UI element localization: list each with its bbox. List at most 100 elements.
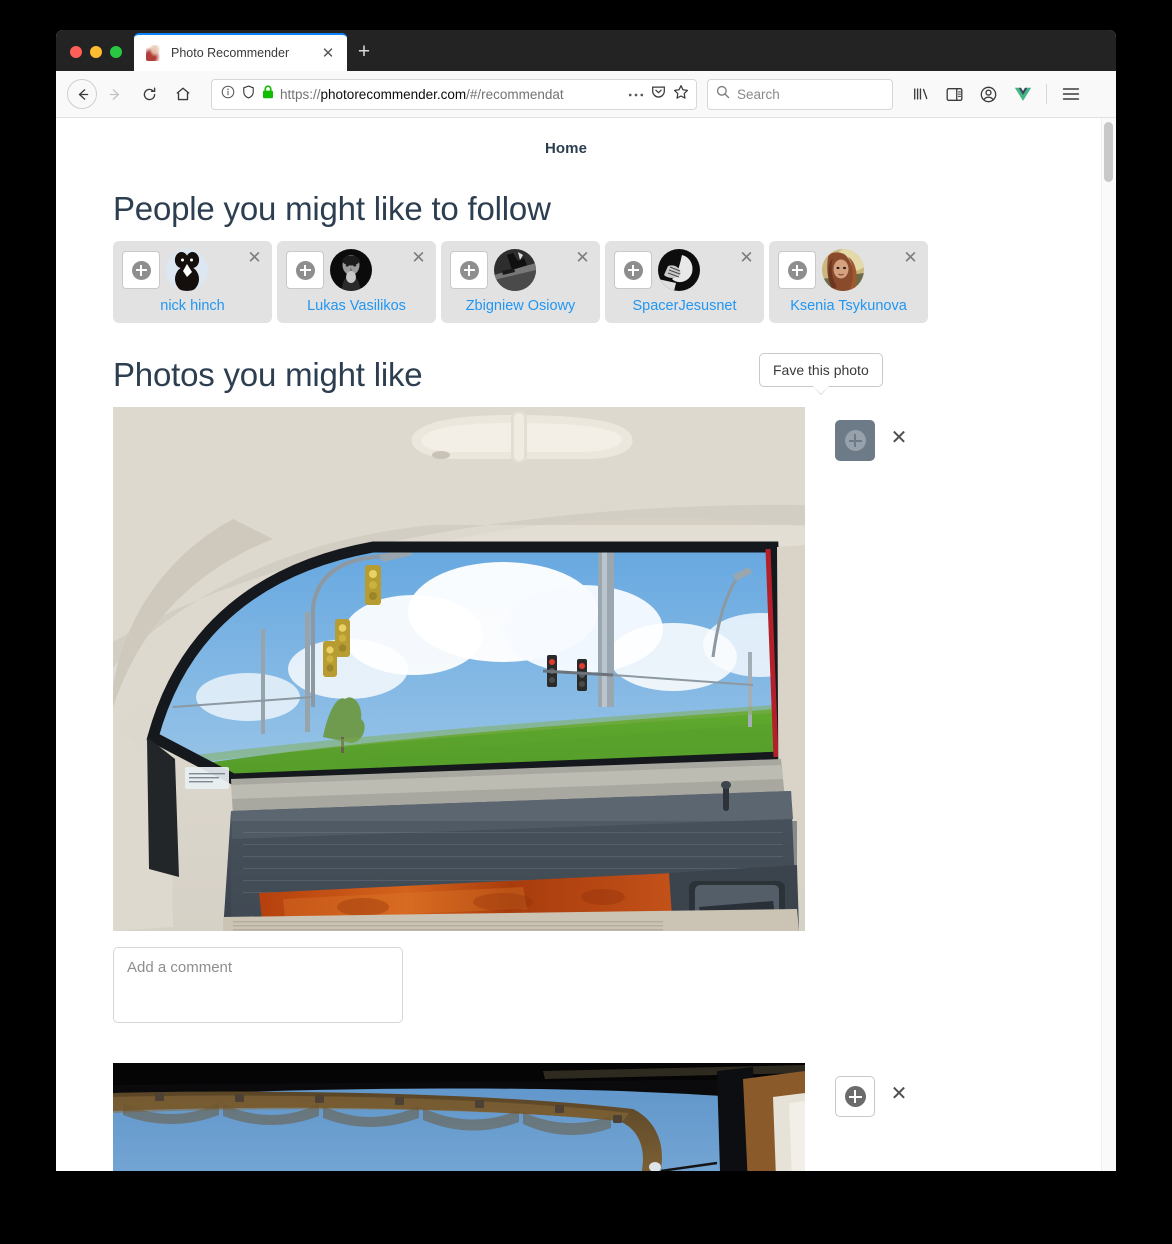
person-name-link[interactable]: Ksenia Tsykunova [778,298,919,314]
comment-input[interactable] [113,947,403,1023]
plus-icon [844,430,866,451]
toolbar-divider [1046,84,1047,104]
people-section-title: People you might like to follow [113,190,551,227]
home-icon[interactable] [167,78,199,110]
dismiss-photo-icon[interactable]: ✕ [889,1084,909,1105]
avatar [166,249,208,291]
woman-red-hair-portrait-icon [822,249,864,291]
tracking-protection-shield-icon[interactable] [242,84,255,104]
person-card[interactable]: ✕ nick hinch [113,241,272,323]
hamburger-menu-icon[interactable] [1055,79,1086,110]
person-card[interactable]: ✕ Ksenia Tsykunova [769,241,928,323]
maximize-window-button[interactable] [110,46,122,58]
nav-home-link[interactable]: Home [56,118,1076,157]
person-name-link[interactable]: nick hinch [122,298,263,314]
ellipsis-icon[interactable] [628,85,644,103]
page-viewport: Home People you might like to follow ✕ n… [56,118,1116,1171]
address-bar[interactable]: https://photorecommender.com/#/recommend… [211,78,697,110]
tab-strip: Photo Recommender ✕ + [56,30,1116,71]
fave-photo-button[interactable] [835,420,875,461]
photo-actions: Fave this photo ✕ [759,353,909,461]
vue-devtools-icon[interactable] [1007,79,1038,110]
photo-actions: ✕ [805,1063,909,1117]
photo-image[interactable] [113,1063,805,1171]
back-arrow-icon[interactable] [67,79,97,109]
person-name-link[interactable]: SpacerJesusnet [614,298,755,314]
bw-portrait-man-icon [330,249,372,291]
fave-photo-button[interactable] [835,1076,875,1117]
url-path: /#/recommendat [466,86,564,102]
avatar [330,249,372,291]
plus-icon [131,260,151,280]
window-controls [56,46,134,71]
dismiss-person-icon[interactable]: ✕ [738,249,755,267]
bw-skateboarder-icon [494,249,536,291]
bw-abstract-shoe-icon [658,249,700,291]
toolbar-right-icons [905,79,1086,110]
scrollbar-thumb[interactable] [1104,122,1113,182]
people-list: ✕ nick hinch ✕ Lukas Vasilikos ✕ Zbignie… [113,241,1100,323]
person-name-link[interactable]: Zbigniew Osiowy [450,298,591,314]
dismiss-photo-icon[interactable]: ✕ [889,428,909,449]
penguin-illustration-icon [166,249,208,291]
plus-icon [623,260,643,280]
page-info-icon[interactable] [221,85,235,104]
page-content: Home People you might like to follow ✕ n… [56,118,1100,1171]
person-card-top [286,249,427,291]
photo-item: ✕ [113,1063,1100,1171]
photo-spacer [113,1028,1100,1063]
person-card-top [778,249,919,291]
person-card[interactable]: ✕ Lukas Vasilikos [277,241,436,323]
search-input[interactable]: Search [737,87,780,102]
follow-button[interactable] [122,251,160,289]
page-scrollbar[interactable] [1101,118,1116,1171]
follow-button[interactable] [286,251,324,289]
person-card-top [450,249,591,291]
close-window-button[interactable] [70,46,82,58]
url-host: photorecommender.com [320,86,467,102]
reload-icon[interactable] [133,78,165,110]
pocket-icon[interactable] [651,84,666,104]
person-name-link[interactable]: Lukas Vasilikos [286,298,427,314]
avatar [822,249,864,291]
follow-button[interactable] [614,251,652,289]
star-icon[interactable] [673,84,689,105]
tab-title: Photo Recommender [171,46,290,60]
navigation-toolbar: https://photorecommender.com/#/recommend… [56,71,1116,118]
minimize-window-button[interactable] [90,46,102,58]
avatar [658,249,700,291]
library-icon[interactable] [905,79,936,110]
avatar [494,249,536,291]
photo-image[interactable] [113,407,805,931]
follow-button[interactable] [450,251,488,289]
plus-icon [787,260,807,280]
secure-lock-icon [262,84,274,104]
browser-tab[interactable]: Photo Recommender ✕ [134,33,347,71]
search-bar[interactable]: Search [707,78,893,110]
forward-arrow-icon[interactable] [99,78,131,110]
plus-icon [844,1086,866,1107]
search-icon [716,85,730,104]
plus-icon [295,260,315,280]
account-icon[interactable] [973,79,1004,110]
close-tab-icon[interactable]: ✕ [318,43,338,63]
dismiss-person-icon[interactable]: ✕ [574,249,591,267]
plus-icon [459,260,479,280]
person-card-top [122,249,263,291]
new-tab-button[interactable]: + [347,33,381,71]
dismiss-person-icon[interactable]: ✕ [410,249,427,267]
person-card[interactable]: ✕ Zbigniew Osiowy [441,241,600,323]
follow-button[interactable] [778,251,816,289]
person-card[interactable]: ✕ SpacerJesusnet [605,241,764,323]
dismiss-person-icon[interactable]: ✕ [902,249,919,267]
photos-section-title: Photos you might like [113,356,423,393]
sidebar-icon[interactable] [939,79,970,110]
fave-tooltip: Fave this photo [759,353,883,395]
dismiss-person-icon[interactable]: ✕ [246,249,263,267]
url-text: https://photorecommender.com/#/recommend… [280,87,622,102]
person-card-top [614,249,755,291]
url-scheme: https:// [280,86,321,102]
photo-item: Fave this photo ✕ [113,353,1100,1028]
browser-window: Photo Recommender ✕ + https://photorecom… [56,30,1116,1171]
favicon-icon [146,45,162,61]
